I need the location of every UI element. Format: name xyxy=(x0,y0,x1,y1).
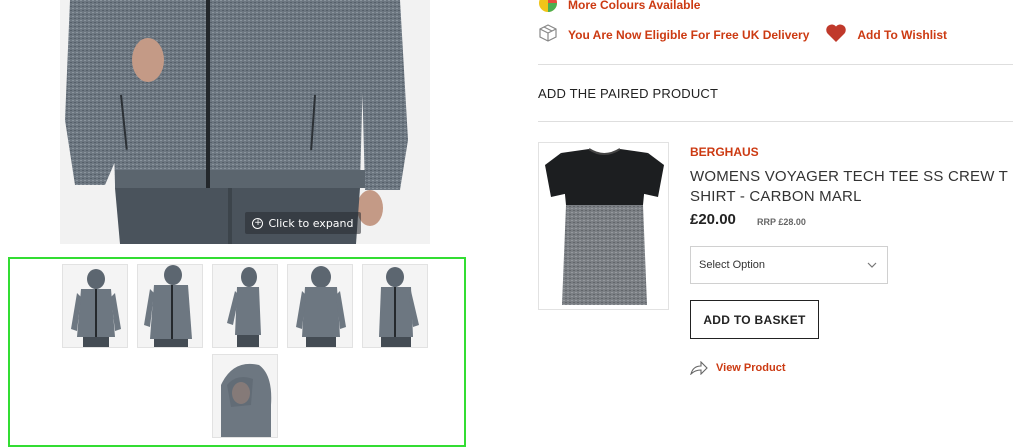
delivery-row: You Are Now Eligible For Free UK Deliver… xyxy=(538,23,1013,46)
more-colours-label: More Colours Available xyxy=(568,0,701,12)
thumbnail-back[interactable] xyxy=(287,264,353,348)
divider xyxy=(538,64,1013,65)
thumbnail-image xyxy=(363,265,427,347)
chevron-down-icon xyxy=(867,260,877,272)
click-to-expand-hint[interactable]: + Click to expand xyxy=(245,212,361,234)
thumbnail-side[interactable] xyxy=(212,264,278,348)
thumbnail-image xyxy=(138,265,202,347)
size-select[interactable]: Select Option xyxy=(690,246,888,284)
thumbnail-image xyxy=(213,265,277,347)
delivery-box-icon xyxy=(538,23,558,46)
thumbnail-image xyxy=(213,355,277,437)
add-to-wishlist-link[interactable]: Add To Wishlist xyxy=(857,28,947,42)
jacket-photo xyxy=(60,0,430,244)
thumbnail-front[interactable] xyxy=(62,264,128,348)
divider xyxy=(538,121,1013,122)
paired-product-brand: BERGHAUS xyxy=(690,145,759,159)
main-product-image[interactable]: + Click to expand xyxy=(60,0,430,244)
share-arrow-icon xyxy=(690,361,708,375)
expand-label: Click to expand xyxy=(268,216,354,230)
add-to-basket-button[interactable]: ADD TO BASKET xyxy=(690,300,819,339)
colour-wheel-icon xyxy=(538,0,558,16)
thumbnail-hood-detail[interactable] xyxy=(212,354,278,438)
thumbnail-side-back[interactable] xyxy=(362,264,428,348)
select-placeholder: Select Option xyxy=(699,259,766,271)
paired-product-title: ADD THE PAIRED PRODUCT xyxy=(538,86,719,101)
thumbnail-image xyxy=(288,265,352,347)
paired-product-price: £20.00 xyxy=(690,211,736,228)
paired-product-rrp: RRP £28.00 xyxy=(757,217,806,227)
thumbnail-front-detail[interactable] xyxy=(137,264,203,348)
plus-circle-icon: + xyxy=(252,217,264,229)
heart-icon[interactable] xyxy=(825,23,847,46)
view-product-link[interactable]: View Product xyxy=(690,361,785,375)
delivery-label: You Are Now Eligible For Free UK Deliver… xyxy=(568,27,810,42)
paired-product-image[interactable] xyxy=(538,142,669,310)
thumbnail-gallery xyxy=(8,257,466,447)
thumbnail-image xyxy=(63,265,127,347)
tshirt-photo xyxy=(539,143,668,309)
view-product-label: View Product xyxy=(716,362,786,374)
more-colours-row[interactable]: More Colours Available xyxy=(538,0,1013,16)
paired-product-name: WOMENS VOYAGER TECH TEE SS CREW T SHIRT … xyxy=(690,168,1008,205)
